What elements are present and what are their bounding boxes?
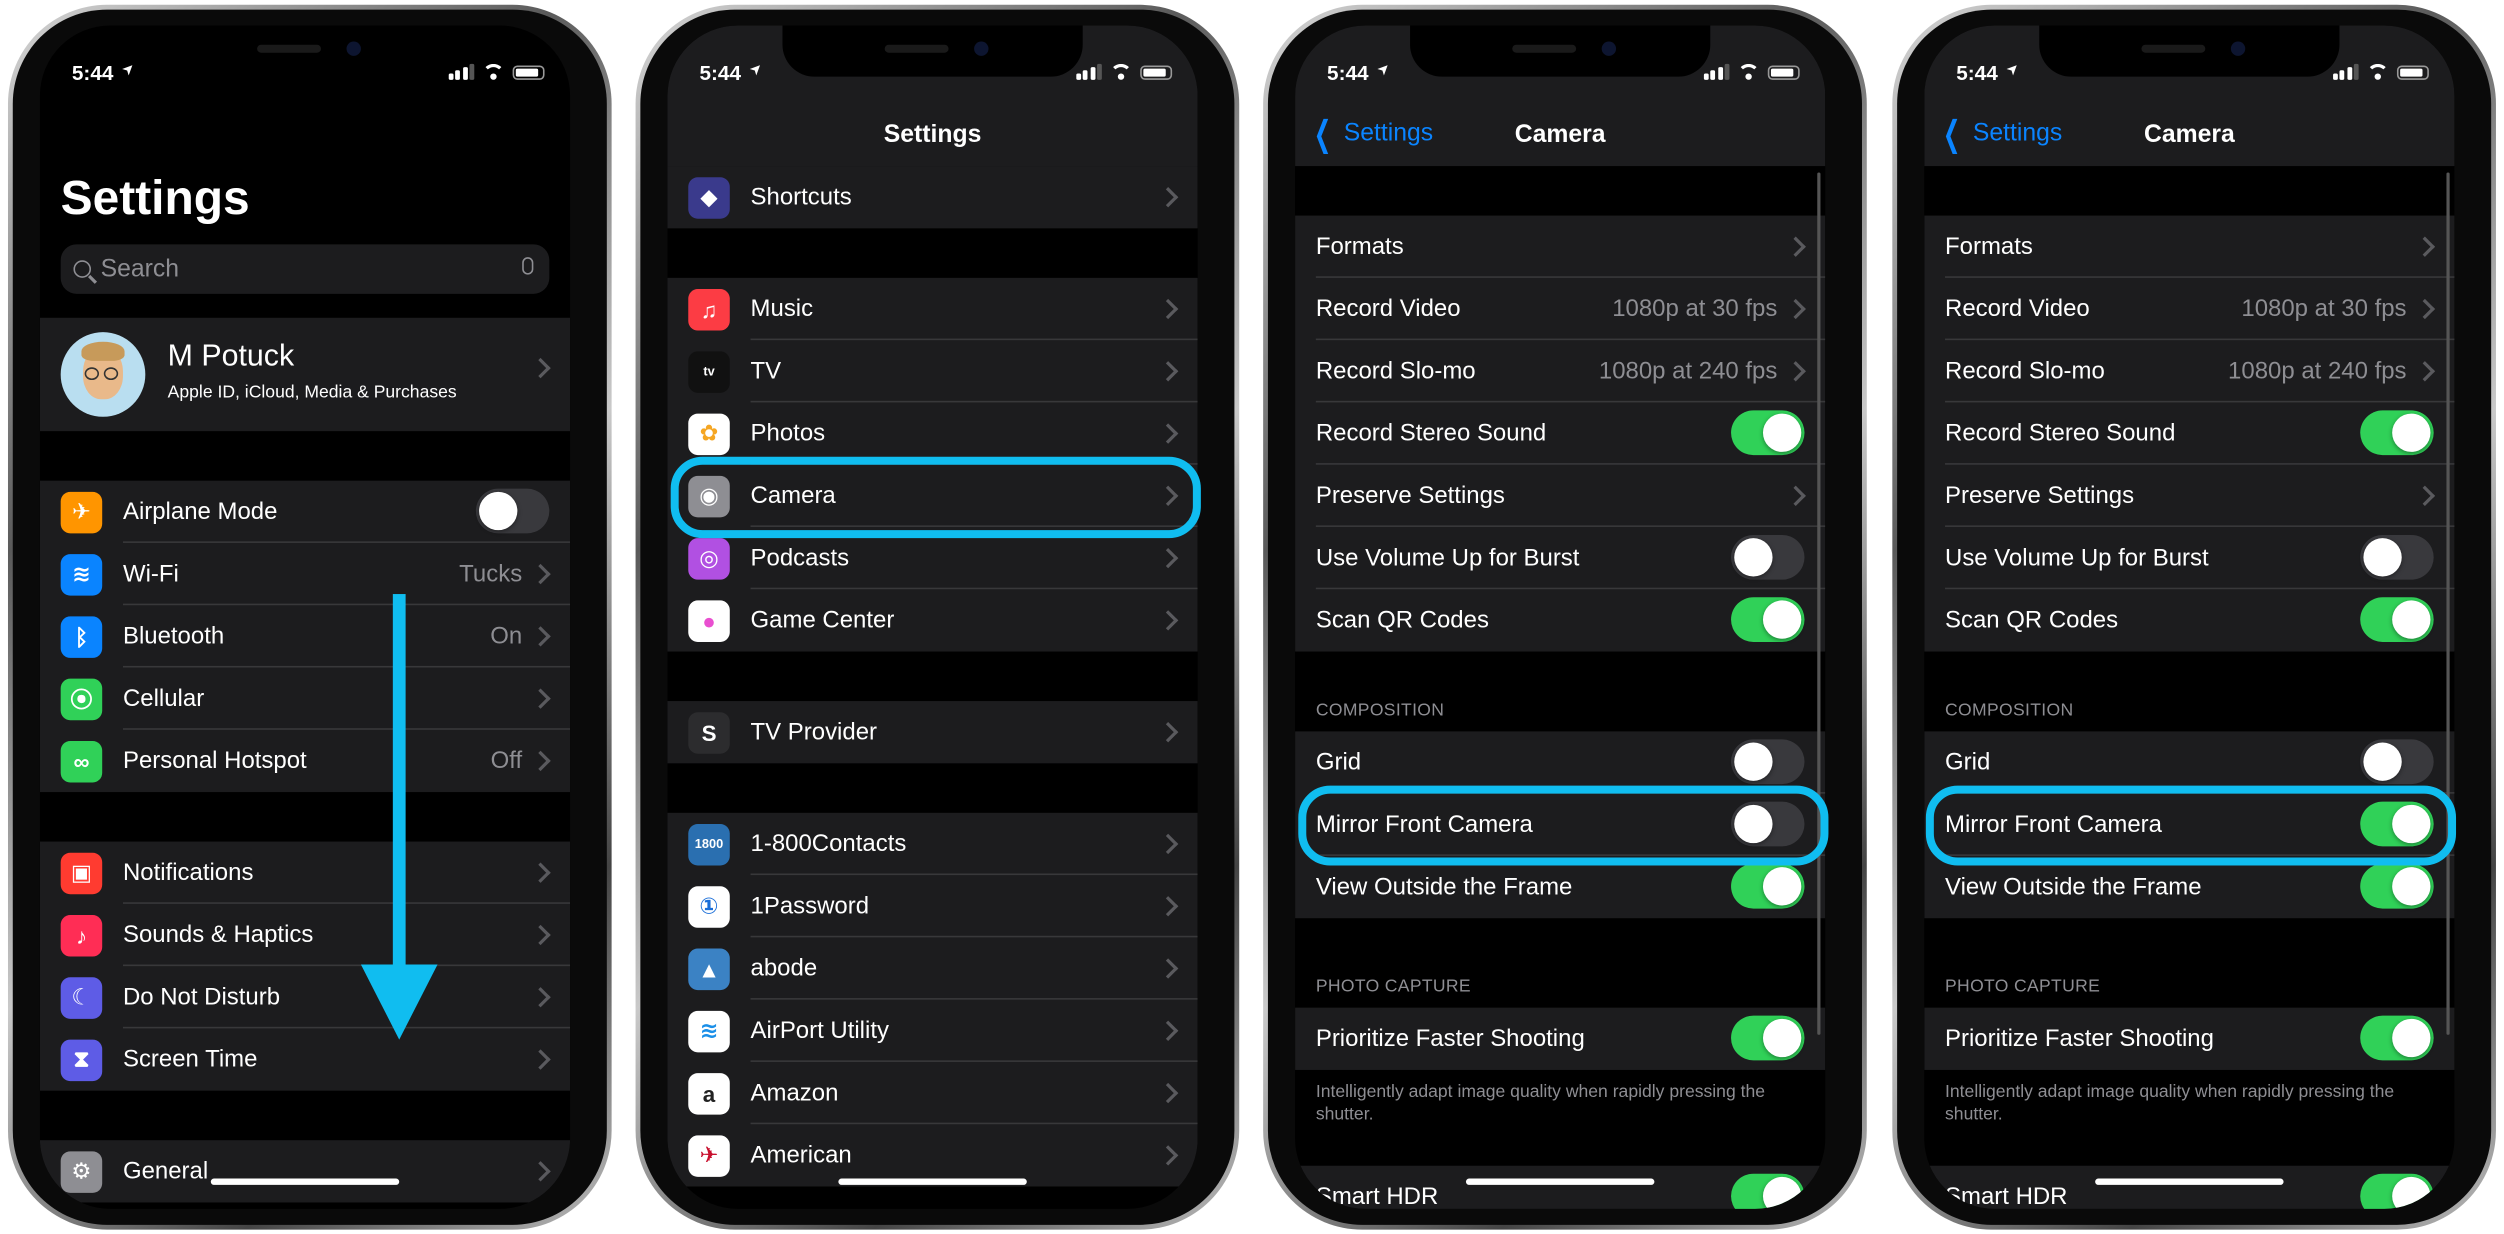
mirror-off-highlight — [1298, 785, 1829, 866]
mirror-on-highlight — [1925, 785, 2457, 866]
scroll-down-arrow-icon — [360, 594, 438, 1040]
comparison-stage: 5:44 ➤ Formats Record Video 1080p at 30 fps… — [0, 0, 2504, 1234]
camera-row-highlight — [670, 456, 1201, 539]
